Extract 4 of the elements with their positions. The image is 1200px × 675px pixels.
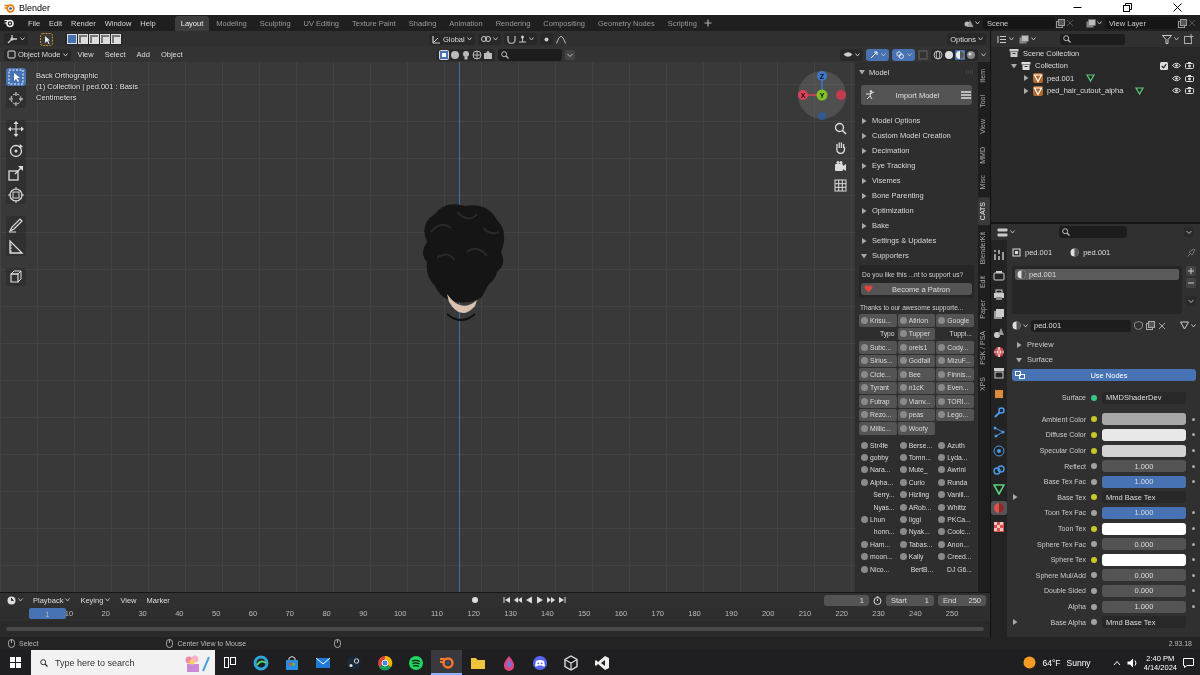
window-title: Blender xyxy=(19,2,51,13)
weather-text: Sunny xyxy=(1066,657,1091,668)
search-field[interactable]: Type here to search xyxy=(31,650,215,675)
temperature-text: 64°F xyxy=(1042,657,1061,668)
